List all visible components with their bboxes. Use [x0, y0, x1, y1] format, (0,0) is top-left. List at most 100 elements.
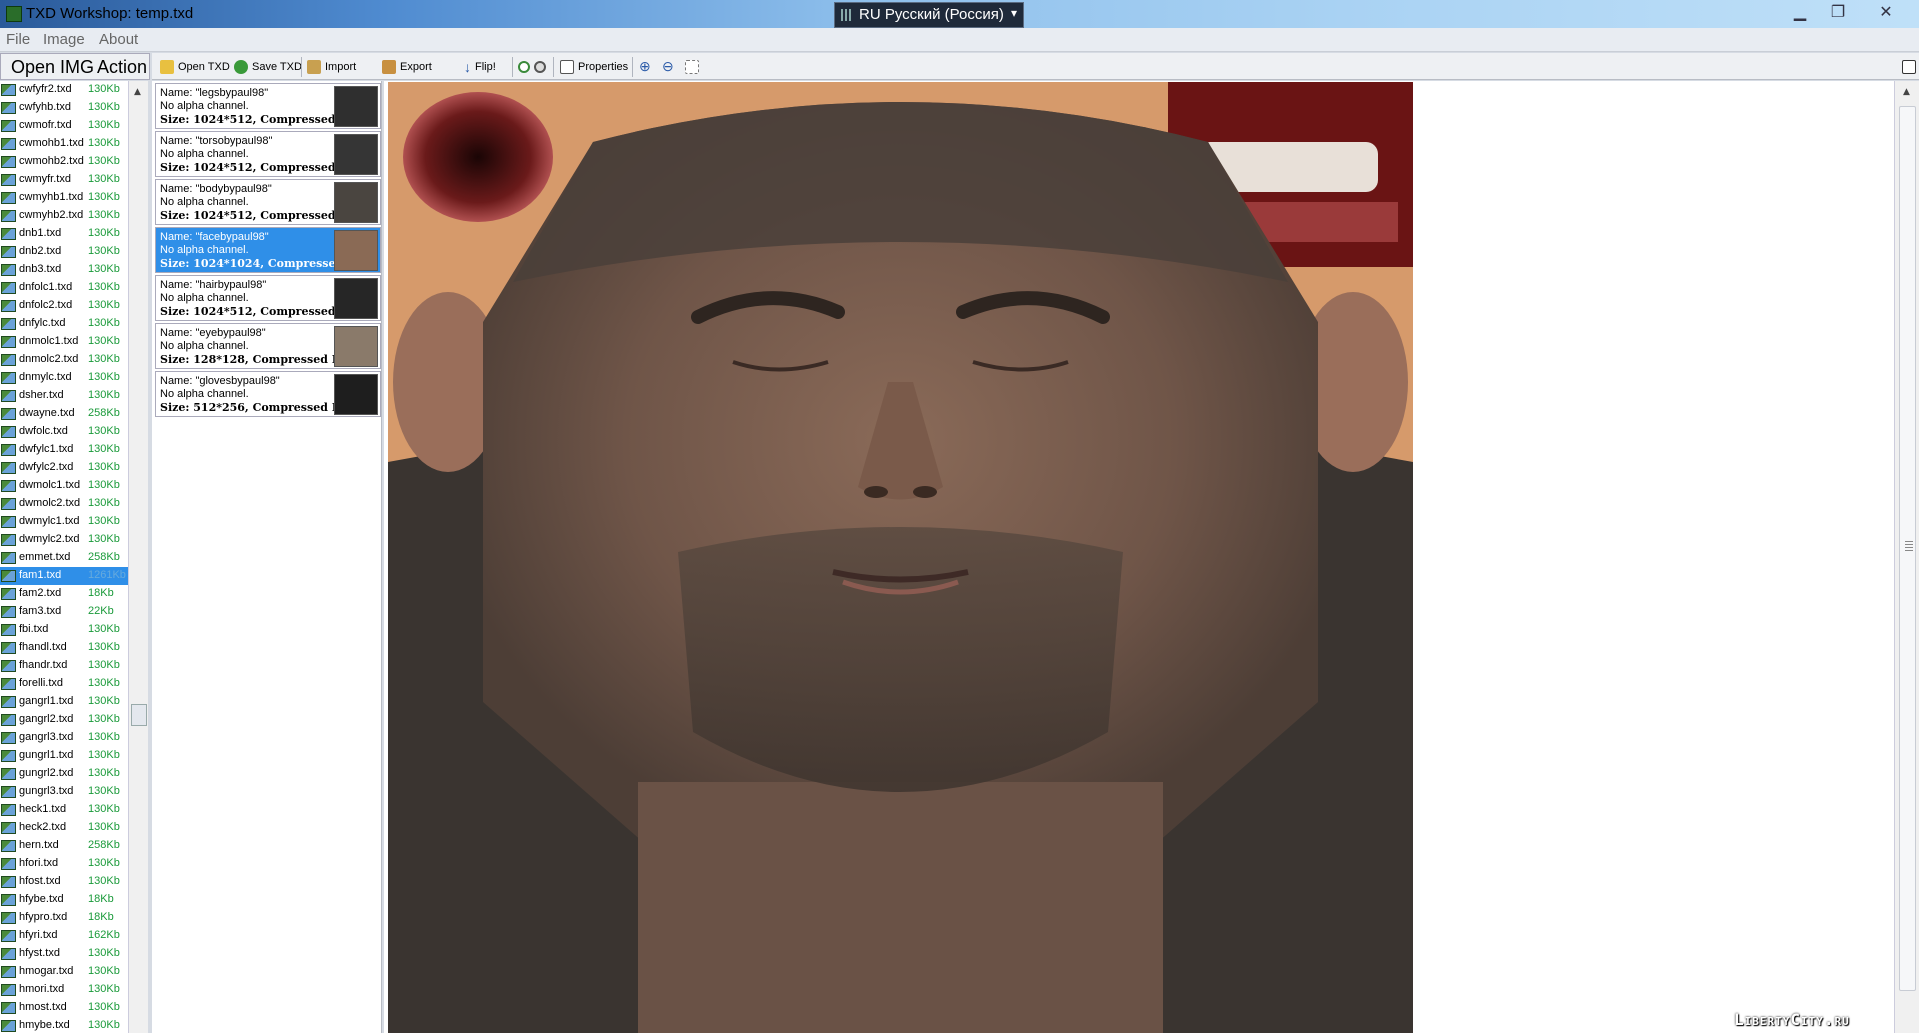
- file-list-item[interactable]: gungrl2.txd 130Kb: [0, 765, 128, 783]
- zoom-out-button[interactable]: ⊖: [662, 56, 674, 77]
- texture-viewer[interactable]: [384, 81, 1894, 1033]
- file-list-item[interactable]: hfybe.txd 18Kb: [0, 891, 128, 909]
- file-list-item[interactable]: fbi.txd 130Kb: [0, 621, 128, 639]
- file-list-item[interactable]: heck2.txd 130Kb: [0, 819, 128, 837]
- panel-toggle-button[interactable]: [1902, 56, 1916, 77]
- file-list-item[interactable]: dnfylc.txd 130Kb: [0, 315, 128, 333]
- texture-list-item[interactable]: Name: "hairbypaul98" No alpha channel. Siz…: [155, 275, 381, 321]
- menu-about[interactable]: About: [99, 31, 138, 48]
- file-list-item[interactable]: gangrl2.txd 130Kb: [0, 711, 128, 729]
- texture-list-item[interactable]: Name: "eyebypaul98" No alpha channel. Size…: [155, 323, 381, 369]
- maximize-button[interactable]: ❐: [1823, 2, 1853, 24]
- texture-name: Name: "legsbypaul98": [160, 87, 269, 99]
- file-list-item[interactable]: gungrl1.txd 130Kb: [0, 747, 128, 765]
- file-list-item[interactable]: cwmyhb2.txd 130Kb: [0, 207, 128, 225]
- close-button[interactable]: ✕: [1871, 2, 1901, 24]
- file-list-item[interactable]: dwmylc2.txd 130Kb: [0, 531, 128, 549]
- texture-list-item[interactable]: Name: "legsbypaul98" No alpha channel. Siz…: [155, 83, 381, 129]
- file-list-item[interactable]: dnmylc.txd 130Kb: [0, 369, 128, 387]
- file-list-item[interactable]: cwmohb1.txd 130Kb: [0, 135, 128, 153]
- file-list-item[interactable]: dsher.txd 130Kb: [0, 387, 128, 405]
- texture-name: Name: "facebypaul98": [160, 231, 269, 243]
- file-name: hmogar.txd: [19, 965, 74, 977]
- file-size: 130Kb: [88, 137, 120, 149]
- file-list-item[interactable]: emmet.txd 258Kb: [0, 549, 128, 567]
- file-list-item[interactable]: cwmohb2.txd 130Kb: [0, 153, 128, 171]
- file-list-item[interactable]: hfypro.txd 18Kb: [0, 909, 128, 927]
- import-button[interactable]: Import: [307, 56, 356, 77]
- menu-file[interactable]: File: [6, 31, 30, 48]
- file-list-item[interactable]: cwfyhb.txd 130Kb: [0, 99, 128, 117]
- file-name: dwmolc2.txd: [19, 497, 81, 509]
- texture-list-item[interactable]: Name: "glovesbypaul98" No alpha channel. S…: [155, 371, 381, 417]
- file-list-item[interactable]: fam3.txd 22Kb: [0, 603, 128, 621]
- color-toggle-button[interactable]: [518, 56, 546, 77]
- texture-list-item[interactable]: Name: "facebypaul98" No alpha channel. Siz…: [155, 227, 381, 273]
- scroll-up-icon[interactable]: ▲: [134, 87, 141, 97]
- texture-list-item[interactable]: Name: "bodybypaul98" No alpha channel. Siz…: [155, 179, 381, 225]
- file-list-item[interactable]: dnb3.txd 130Kb: [0, 261, 128, 279]
- file-list-item[interactable]: cwmyhb1.txd 130Kb: [0, 189, 128, 207]
- file-list-item[interactable]: fam1.txd 1261Kb: [0, 567, 128, 585]
- file-list-item[interactable]: cwmyfr.txd 130Kb: [0, 171, 128, 189]
- menu-image[interactable]: Image: [43, 31, 85, 48]
- fit-button[interactable]: [685, 56, 699, 77]
- file-list-item[interactable]: hfost.txd 130Kb: [0, 873, 128, 891]
- file-list-scrollbar[interactable]: ▲: [128, 81, 148, 1033]
- texture-thumbnail: [334, 230, 378, 271]
- file-size: 130Kb: [88, 965, 120, 977]
- save-txd-button[interactable]: Save TXD: [234, 56, 302, 77]
- file-list-item[interactable]: dwmolc1.txd 130Kb: [0, 477, 128, 495]
- file-name: dwfylc2.txd: [19, 461, 74, 473]
- zoom-in-button[interactable]: ⊕: [639, 56, 651, 77]
- viewer-scrollbar[interactable]: ▲: [1894, 81, 1919, 1033]
- file-list-item[interactable]: hfyst.txd 130Kb: [0, 945, 128, 963]
- file-list-item[interactable]: gungrl3.txd 130Kb: [0, 783, 128, 801]
- texture-list[interactable]: Name: "legsbypaul98" No alpha channel. Siz…: [152, 81, 382, 1033]
- file-list-item[interactable]: dnb1.txd 130Kb: [0, 225, 128, 243]
- file-size: 22Kb: [88, 605, 114, 617]
- file-list-item[interactable]: hern.txd 258Kb: [0, 837, 128, 855]
- image-file-icon: [1, 156, 16, 168]
- file-list-item[interactable]: forelli.txd 130Kb: [0, 675, 128, 693]
- file-list-item[interactable]: dwfylc1.txd 130Kb: [0, 441, 128, 459]
- file-list-item[interactable]: dwfylc2.txd 130Kb: [0, 459, 128, 477]
- file-list-item[interactable]: cwmofr.txd 130Kb: [0, 117, 128, 135]
- minimize-button[interactable]: ▁: [1785, 2, 1815, 24]
- file-list-item[interactable]: hfyri.txd 162Kb: [0, 927, 128, 945]
- scrollbar-thumb[interactable]: [131, 704, 147, 726]
- file-list-item[interactable]: fhandl.txd 130Kb: [0, 639, 128, 657]
- flip-button[interactable]: ↓ Flip!: [464, 56, 496, 77]
- file-list-item[interactable]: cwfyfr2.txd 130Kb: [0, 81, 128, 99]
- file-list-item[interactable]: dnfolc2.txd 130Kb: [0, 297, 128, 315]
- file-list-item[interactable]: heck1.txd 130Kb: [0, 801, 128, 819]
- export-button[interactable]: Export: [382, 56, 432, 77]
- file-list-item[interactable]: dwfolc.txd 130Kb: [0, 423, 128, 441]
- scroll-up-icon[interactable]: ▲: [1903, 87, 1910, 97]
- file-list-item[interactable]: hmori.txd 130Kb: [0, 981, 128, 999]
- file-list-item[interactable]: hfori.txd 130Kb: [0, 855, 128, 873]
- tab-action[interactable]: Action: [97, 57, 147, 78]
- language-indicator[interactable]: RU Русский (Россия) ▾: [834, 2, 1024, 28]
- file-list-item[interactable]: dnmolc2.txd 130Kb: [0, 351, 128, 369]
- open-txd-button[interactable]: Open TXD: [160, 56, 230, 77]
- file-list-item[interactable]: gangrl1.txd 130Kb: [0, 693, 128, 711]
- zoom-out-icon: ⊖: [662, 58, 674, 74]
- file-list-item[interactable]: dnfolc1.txd 130Kb: [0, 279, 128, 297]
- tab-open-img[interactable]: Open IMG: [11, 57, 94, 78]
- file-list-item[interactable]: dwayne.txd 258Kb: [0, 405, 128, 423]
- file-list-item[interactable]: dnb2.txd 130Kb: [0, 243, 128, 261]
- file-list-item[interactable]: fam2.txd 18Kb: [0, 585, 128, 603]
- file-list-item[interactable]: dwmylc1.txd 130Kb: [0, 513, 128, 531]
- file-list-item[interactable]: dnmolc1.txd 130Kb: [0, 333, 128, 351]
- file-list-item[interactable]: gangrl3.txd 130Kb: [0, 729, 128, 747]
- file-list-item[interactable]: hmost.txd 130Kb: [0, 999, 128, 1017]
- export-label: Export: [400, 60, 432, 73]
- file-list-item[interactable]: fhandr.txd 130Kb: [0, 657, 128, 675]
- properties-button[interactable]: Properties: [560, 56, 628, 77]
- file-list-item[interactable]: hmogar.txd 130Kb: [0, 963, 128, 981]
- file-list[interactable]: cwfyfr2.txd 130Kb cwfyhb.txd 130Kb cwmofr.tx…: [0, 81, 128, 1033]
- file-list-item[interactable]: dwmolc2.txd 130Kb: [0, 495, 128, 513]
- texture-list-item[interactable]: Name: "torsobypaul98" No alpha channel. Si…: [155, 131, 381, 177]
- file-list-item[interactable]: hmybe.txd 130Kb: [0, 1017, 128, 1033]
